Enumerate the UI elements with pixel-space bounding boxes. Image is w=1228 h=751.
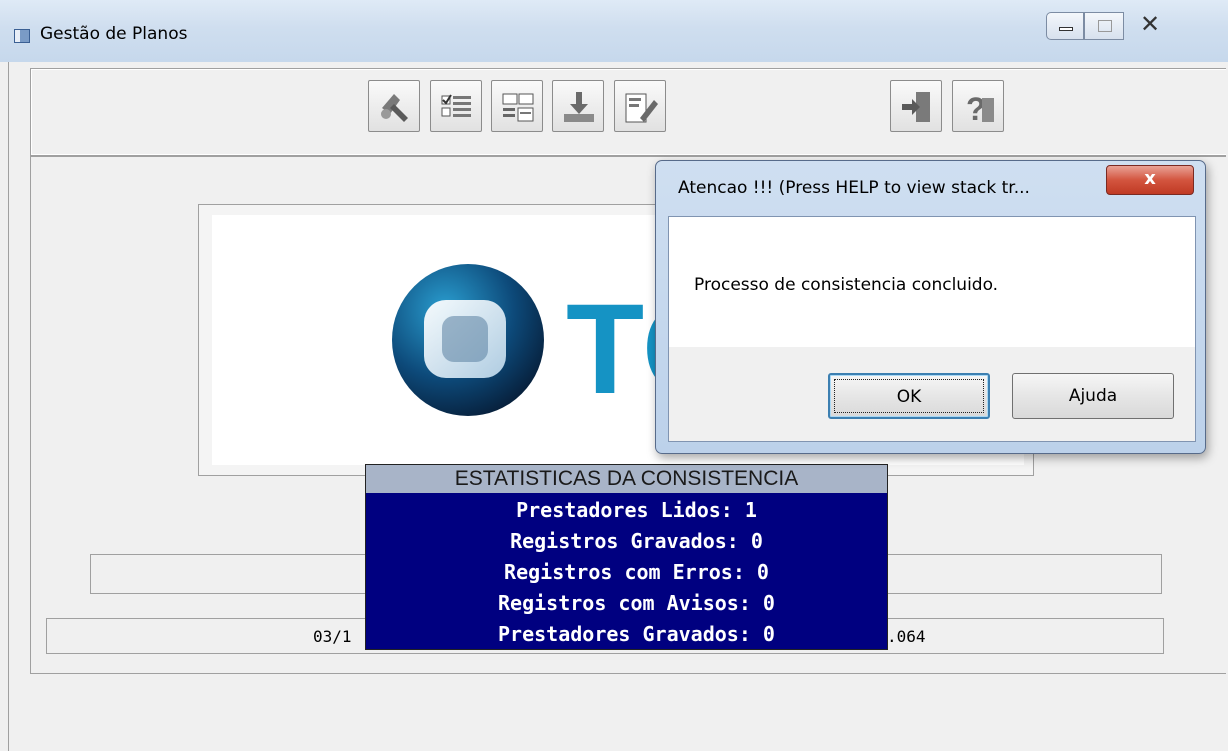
stat-line: Registros Gravados: 0 bbox=[510, 529, 763, 553]
dialog-close-button[interactable]: x bbox=[1106, 165, 1194, 195]
close-icon: x bbox=[1144, 168, 1156, 189]
stat-line: Registros com Avisos: 0 bbox=[498, 591, 775, 615]
exit-button[interactable] bbox=[890, 80, 942, 132]
help-icon: ? bbox=[966, 91, 994, 126]
totvs-logo-icon bbox=[392, 264, 544, 416]
edit-button[interactable] bbox=[614, 80, 666, 132]
help-button-label: Ajuda bbox=[1068, 386, 1118, 406]
minimize-button[interactable] bbox=[1046, 12, 1084, 40]
dialog-message: Processo de consistencia concluido. bbox=[694, 275, 999, 295]
edit-icon bbox=[625, 93, 658, 123]
table-icon bbox=[502, 93, 534, 122]
tools-icon bbox=[381, 94, 408, 122]
help-button[interactable]: ? bbox=[952, 80, 1004, 132]
help-dialog-button[interactable]: Ajuda bbox=[1012, 373, 1174, 419]
minimize-icon bbox=[1059, 27, 1073, 31]
status-left-text: 03/1 bbox=[313, 627, 352, 646]
stat-line: Prestadores Gravados: 0 bbox=[498, 622, 775, 646]
checklist-button[interactable] bbox=[430, 80, 482, 132]
alert-dialog: Atencao !!! (Press HELP to view stack tr… bbox=[655, 160, 1206, 454]
dialog-title: Atencao !!! (Press HELP to view stack tr… bbox=[678, 178, 1030, 198]
close-button[interactable]: ✕ bbox=[1124, 10, 1184, 40]
table-button[interactable] bbox=[491, 80, 543, 132]
dialog-message-area: Processo de consistencia concluido. bbox=[669, 217, 1195, 347]
statistics-header: ESTATISTICAS DA CONSISTENCIA bbox=[366, 465, 887, 493]
ok-button[interactable]: OK bbox=[828, 373, 990, 419]
maximize-icon bbox=[1098, 20, 1112, 32]
tools-button[interactable] bbox=[368, 80, 420, 132]
main-window: Gestão de Planos ✕ ? TO 03/1 .064 ESTATI… bbox=[0, 0, 1228, 751]
close-icon: ✕ bbox=[1140, 10, 1161, 38]
window-title: Gestão de Planos bbox=[40, 24, 188, 44]
maximize-button[interactable] bbox=[1084, 12, 1124, 40]
status-right-text: .064 bbox=[887, 627, 926, 646]
stat-line: Prestadores Lidos: 1 bbox=[516, 498, 757, 522]
app-icon bbox=[14, 29, 30, 43]
statistics-panel: ESTATISTICAS DA CONSISTENCIA Prestadores… bbox=[365, 464, 888, 650]
checklist-icon bbox=[441, 94, 471, 117]
stat-line: Registros com Erros: 0 bbox=[504, 560, 769, 584]
download-button[interactable] bbox=[552, 80, 604, 132]
dialog-body: Processo de consistencia concluido. OK A… bbox=[668, 216, 1196, 442]
download-icon bbox=[564, 92, 594, 122]
exit-icon bbox=[902, 92, 930, 122]
title-bar: Gestão de Planos ✕ bbox=[0, 0, 1228, 62]
